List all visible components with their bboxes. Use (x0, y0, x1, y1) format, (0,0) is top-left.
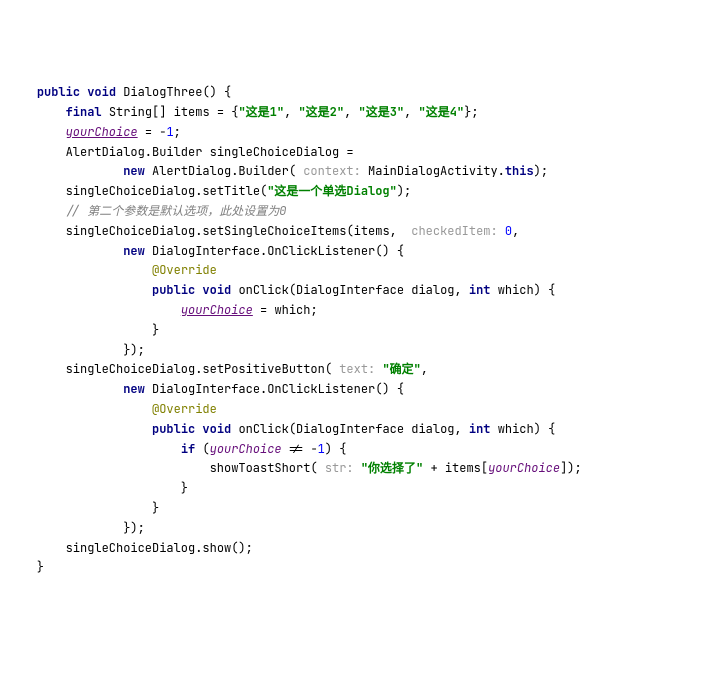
keyword: new (123, 163, 145, 179)
var: singleChoiceDialog (66, 223, 196, 239)
code-line: public void onClick(DialogInterface dial… (8, 421, 555, 437)
keyword: if (181, 441, 195, 457)
param-hint: str: (325, 460, 354, 476)
field: yourChoice (488, 460, 560, 476)
code-line: new DialogInterface.OnClickListener() { (8, 243, 404, 259)
var: singleChoiceDialog (66, 361, 196, 377)
string: "你选择了" (361, 460, 423, 476)
method: showToastShort (210, 460, 311, 476)
type: AlertDialog.Builder (152, 163, 289, 179)
code-line: singleChoiceDialog.setSingleChoiceItems(… (8, 223, 519, 239)
keyword: public (37, 84, 80, 100)
string: "这是一个单选Dialog" (267, 183, 397, 199)
var: items (445, 460, 481, 476)
code-line: new AlertDialog.Builder( context: MainDi… (8, 163, 548, 179)
code-line: singleChoiceDialog.setTitle("这是一个单选Dialo… (8, 183, 411, 199)
method: show (202, 540, 231, 556)
param: which (498, 421, 534, 437)
code-line: } (8, 480, 188, 496)
type: DialogInterface (296, 282, 404, 298)
string: "这是4" (419, 104, 465, 120)
type: AlertDialog.Builder (66, 144, 203, 160)
keyword: int (469, 421, 491, 437)
code-line: public void onClick(DialogInterface dial… (8, 282, 555, 298)
annotation: @Override (152, 262, 217, 278)
keyword: void (202, 282, 231, 298)
field: yourChoice (181, 302, 253, 318)
method-name: onClick (238, 421, 288, 437)
var: singleChoiceDialog (210, 144, 340, 160)
code-line: } (8, 559, 44, 575)
string: "这是3" (359, 104, 405, 120)
code-line: final String[] items = {"这是1", "这是2", "这… (8, 104, 479, 120)
type: DialogInterface.OnClickListener (152, 381, 375, 397)
number: 0 (505, 223, 512, 239)
var: which (274, 302, 310, 318)
method-name: DialogThree (123, 84, 202, 100)
field: yourChoice (66, 124, 138, 140)
code-line: @Override (8, 401, 217, 417)
var: singleChoiceDialog (66, 183, 196, 199)
method-name: onClick (238, 282, 288, 298)
param-hint: context: (303, 163, 361, 179)
var: items (174, 104, 210, 120)
keyword: final (66, 104, 102, 120)
string: "这是1" (238, 104, 284, 120)
code-line: @Override (8, 262, 217, 278)
code-line: // 第二个参数是默认选项，此处设置为0 (8, 203, 286, 219)
code-line: yourChoice = which; (8, 302, 318, 318)
code-line: } (8, 322, 159, 338)
keyword: public (152, 421, 195, 437)
number: 1 (166, 124, 173, 140)
param: which (498, 282, 534, 298)
type: MainDialogActivity (368, 163, 498, 179)
code-line: public void DialogThree() { (8, 84, 231, 100)
type: DialogInterface.OnClickListener (152, 243, 375, 259)
code-line: }); (8, 342, 145, 358)
code-line: showToastShort( str: "你选择了" + items[your… (8, 460, 582, 476)
method: setTitle (202, 183, 260, 199)
keyword: public (152, 282, 195, 298)
string: "这是2" (298, 104, 344, 120)
string: "确定" (382, 361, 420, 377)
param-hint: checkedItem: (411, 223, 497, 239)
keyword: new (123, 381, 145, 397)
keyword: void (202, 421, 231, 437)
keyword: this (505, 163, 534, 179)
code-line: singleChoiceDialog.show(); (8, 540, 253, 556)
code-line: } (8, 500, 159, 516)
arg: items (354, 223, 390, 239)
type: DialogInterface (296, 421, 404, 437)
method: setSingleChoiceItems (202, 223, 346, 239)
field: yourChoice (210, 441, 282, 457)
param-hint: text: (339, 361, 375, 377)
number: 1 (318, 441, 325, 457)
type: String (109, 104, 152, 120)
code-line: singleChoiceDialog.setPositiveButton( te… (8, 361, 428, 377)
keyword: void (87, 84, 116, 100)
code-line: AlertDialog.Builder singleChoiceDialog = (8, 144, 354, 160)
keyword: new (123, 243, 145, 259)
comment: // 第二个参数是默认选项，此处设置为0 (66, 203, 287, 219)
annotation: @Override (152, 401, 217, 417)
var: singleChoiceDialog (66, 540, 196, 556)
code-line: if (yourChoice != -1) { (8, 441, 346, 457)
param: dialog (411, 282, 454, 298)
code-line: }); (8, 520, 145, 536)
param: dialog (411, 421, 454, 437)
code-editor[interactable]: public void DialogThree() { final String… (8, 83, 709, 578)
keyword: int (469, 282, 491, 298)
code-line: yourChoice = -1; (8, 124, 181, 140)
code-line: new DialogInterface.OnClickListener() { (8, 381, 404, 397)
method: setPositiveButton (202, 361, 324, 377)
